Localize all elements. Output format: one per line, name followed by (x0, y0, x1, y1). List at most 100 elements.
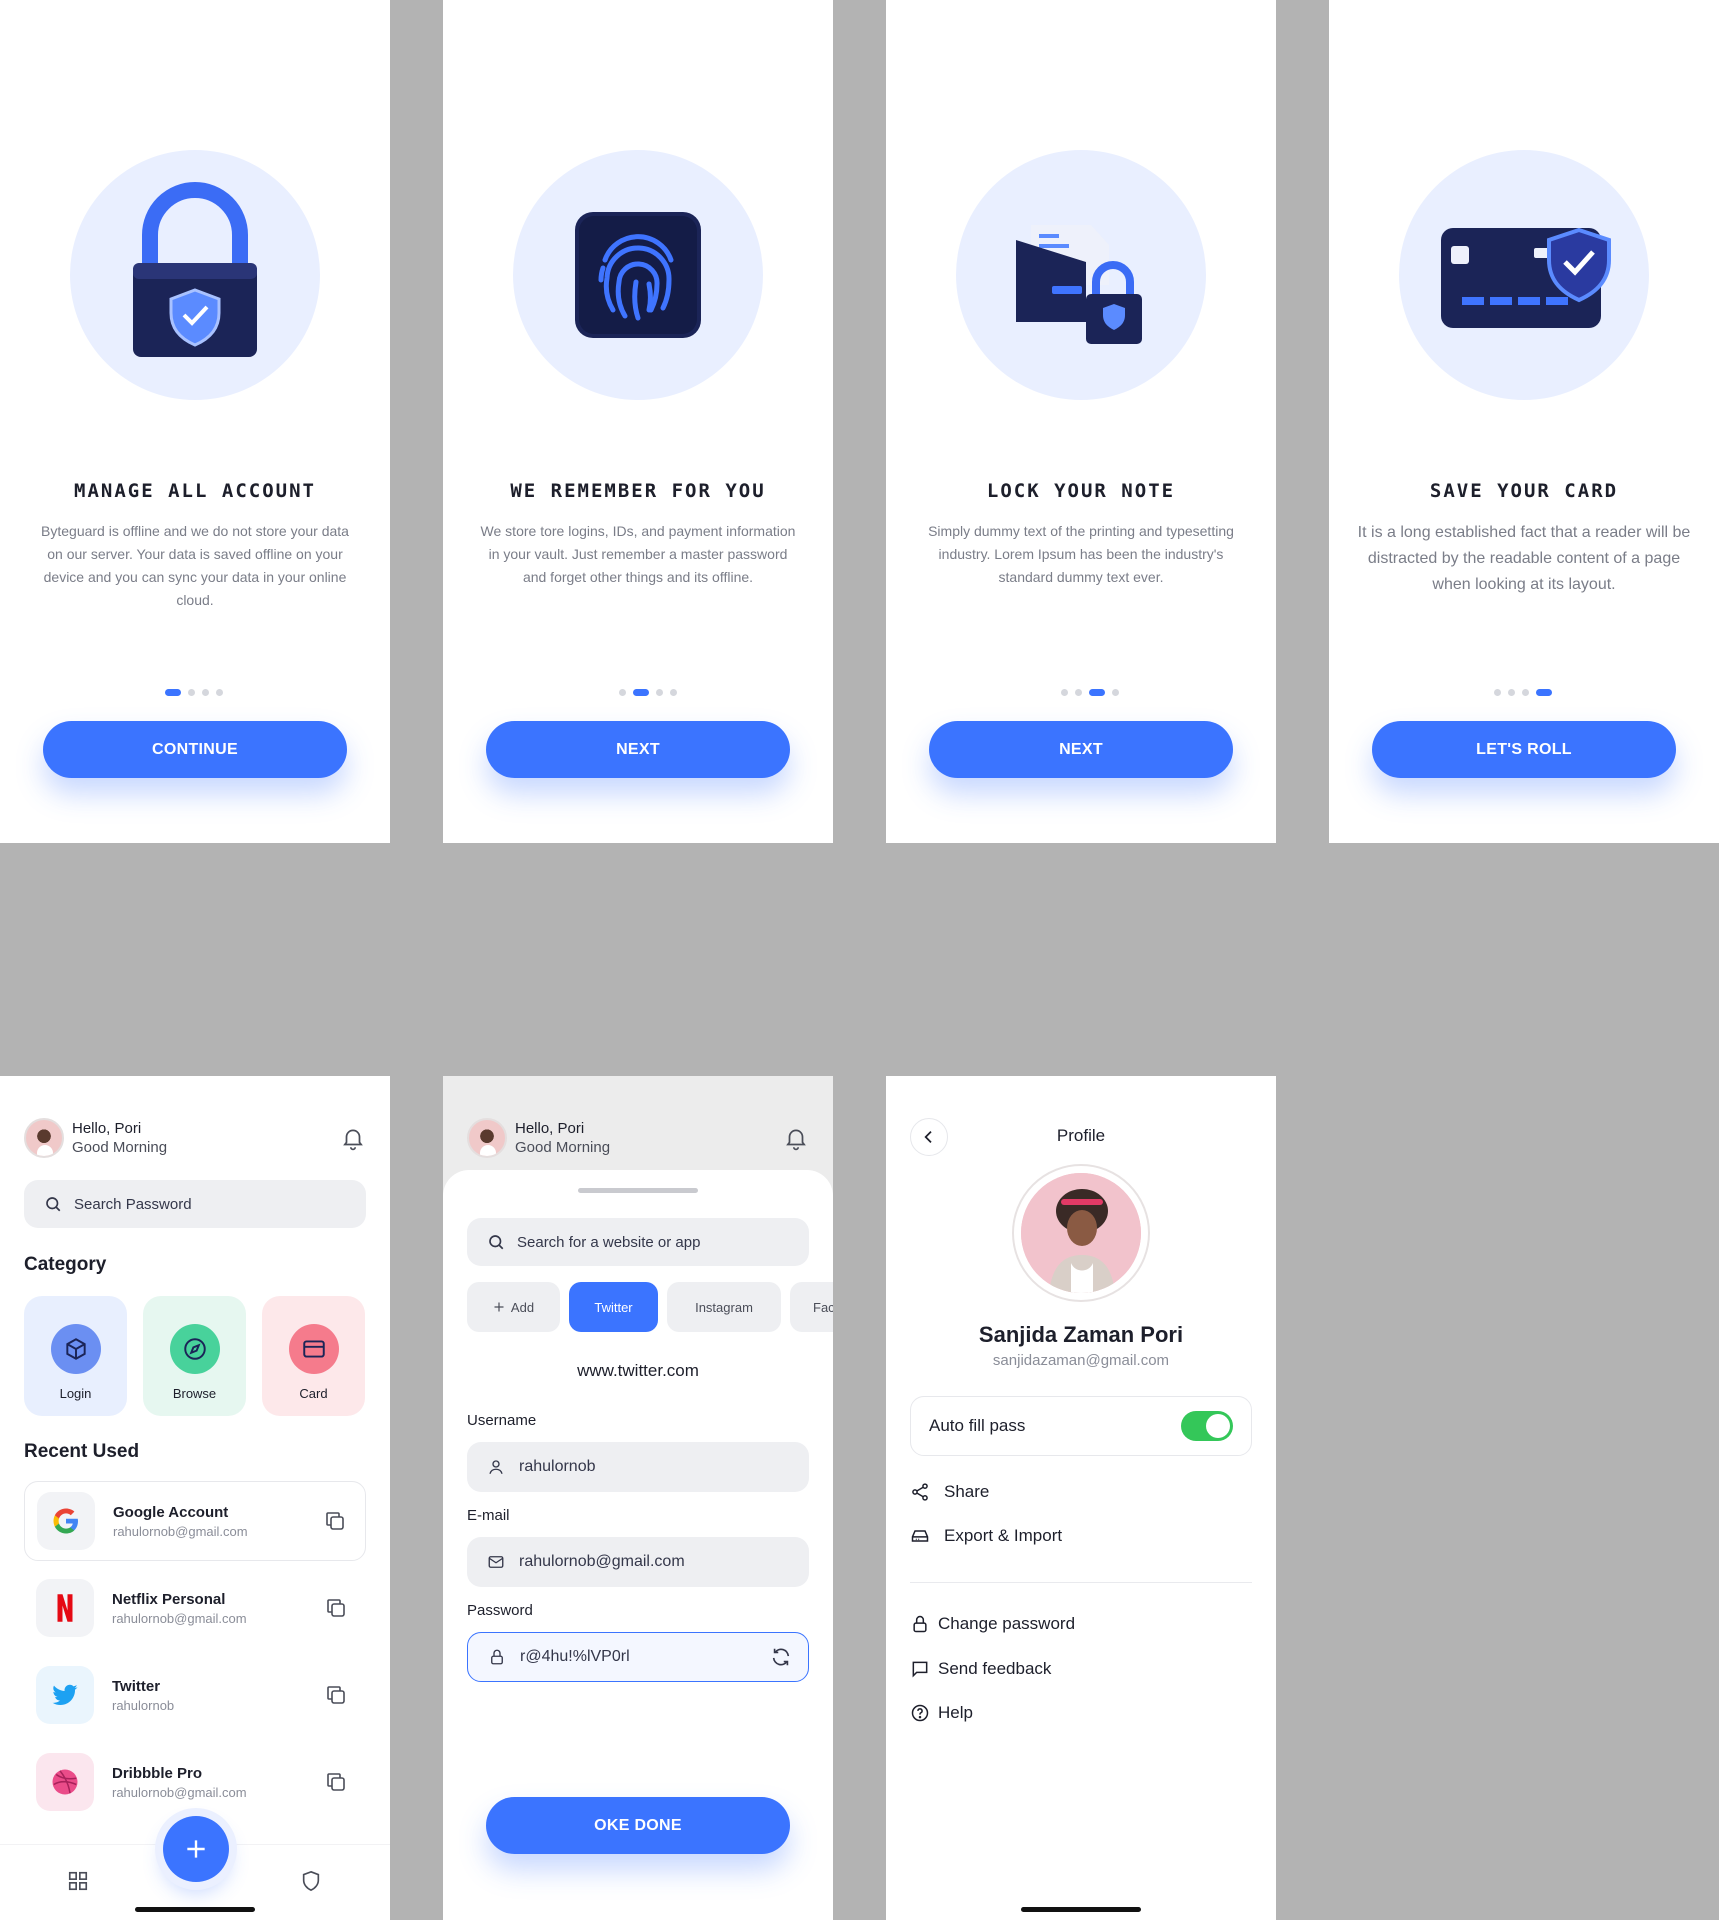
page-dot[interactable] (656, 689, 663, 696)
bell-icon[interactable] (783, 1125, 809, 1151)
page-dot[interactable] (188, 689, 195, 696)
netflix-icon (36, 1579, 94, 1637)
page-dot-active[interactable] (633, 689, 649, 696)
autofill-row: Auto fill pass (910, 1396, 1252, 1456)
page-dot-active[interactable] (1089, 689, 1105, 696)
add-button[interactable] (163, 1816, 229, 1882)
shield-icon[interactable] (300, 1869, 322, 1893)
menu-label: Share (944, 1482, 990, 1501)
recent-list: Google Account rahulornob@gmail.com Netf… (24, 1481, 366, 1829)
page-dot[interactable] (1061, 689, 1068, 696)
copy-icon[interactable] (324, 1770, 348, 1794)
page-title: Profile (1056, 1126, 1106, 1145)
page-dot[interactable] (202, 689, 209, 696)
page-dot[interactable] (1075, 689, 1082, 696)
password-field[interactable]: r@4hu!%lVP0rl (467, 1632, 809, 1682)
drive-icon (911, 1530, 929, 1542)
recent-item-twitter[interactable]: Twitter rahulornob (24, 1655, 366, 1735)
profile-name: Sanjida Zaman Pori (978, 1322, 1184, 1347)
plus-icon (187, 1840, 205, 1858)
illustration-circle (1399, 150, 1649, 400)
next-button[interactable]: NEXT (486, 721, 790, 778)
category-login[interactable]: Login (24, 1296, 127, 1416)
done-button[interactable]: OKE DONE (486, 1797, 790, 1854)
search-placeholder: Search for a website or app (517, 1233, 701, 1251)
bell-icon[interactable] (340, 1125, 366, 1151)
copy-icon[interactable] (323, 1509, 347, 1533)
page-indicator (443, 689, 833, 696)
autofill-toggle[interactable] (1181, 1411, 1233, 1441)
lock-icon (913, 1615, 927, 1633)
copy-icon[interactable] (324, 1683, 348, 1707)
dribbble-icon (36, 1753, 94, 1811)
avatar[interactable] (467, 1118, 507, 1158)
recent-item-dribbble[interactable]: Dribbble Pro rahulornob@gmail.com (24, 1742, 366, 1822)
page-dot-active[interactable] (1536, 689, 1552, 696)
recent-item-google[interactable]: Google Account rahulornob@gmail.com (24, 1481, 366, 1561)
greeting-text: Good Morning (72, 1139, 168, 1156)
menu-help[interactable]: Help (910, 1703, 973, 1723)
person-photo (1021, 1173, 1141, 1293)
onboarding-description: Simply dummy text of the printing and ty… (928, 523, 1234, 585)
onboarding-title: MANAGE ALL ACCOUNT (74, 480, 316, 502)
email-field[interactable]: rahulornob@gmail.com (467, 1537, 809, 1587)
menu-label: Send feedback (938, 1659, 1052, 1678)
continue-button[interactable]: CONTINUE (43, 721, 347, 778)
mail-icon (488, 1556, 504, 1568)
message-icon (912, 1661, 928, 1678)
menu-change-password[interactable]: Change password (910, 1614, 1075, 1634)
grid-icon[interactable] (67, 1870, 89, 1892)
chip-add[interactable]: Add (467, 1282, 560, 1332)
next-button[interactable]: NEXT (929, 721, 1233, 778)
recent-item-name: Google Account (113, 1503, 229, 1521)
home-indicator (1021, 1907, 1141, 1912)
twitter-icon (36, 1666, 94, 1724)
refresh-icon[interactable] (770, 1646, 792, 1668)
page-dot[interactable] (1508, 689, 1515, 696)
avatar[interactable] (24, 1118, 64, 1158)
username-field[interactable]: rahulornob (467, 1442, 809, 1492)
box-icon (50, 1324, 101, 1374)
category-browse[interactable]: Browse (143, 1296, 246, 1416)
category-card[interactable]: Card (262, 1296, 365, 1416)
recent-item-sub: rahulornob@gmail.com (112, 1784, 247, 1800)
page-dot[interactable] (216, 689, 223, 696)
plus-icon (494, 1302, 504, 1312)
chip-facebook[interactable]: Face (790, 1282, 833, 1332)
card-icon (288, 1324, 339, 1374)
lets-roll-button[interactable]: LET'S ROLL (1372, 721, 1676, 778)
search-placeholder: Search Password (74, 1195, 192, 1213)
category-label: Login (59, 1386, 92, 1401)
compass-icon (169, 1324, 220, 1374)
onboarding-screen-2: WE REMEMBER FOR YOU We store tore logins… (443, 0, 833, 843)
page-dot[interactable] (1494, 689, 1501, 696)
category-label: Browse (172, 1386, 217, 1401)
sheet-handle[interactable] (578, 1188, 698, 1193)
google-icon (37, 1492, 95, 1550)
search-icon (489, 1235, 504, 1250)
website-search-input[interactable]: Search for a website or app (467, 1218, 809, 1266)
page-dot[interactable] (670, 689, 677, 696)
menu-export-import[interactable]: Export & Import (910, 1526, 1062, 1546)
profile-avatar[interactable] (1012, 1164, 1150, 1302)
page-dot-active[interactable] (165, 689, 181, 696)
page-dot[interactable] (1112, 689, 1119, 696)
page-dot[interactable] (1522, 689, 1529, 696)
chip-twitter[interactable]: Twitter (569, 1282, 658, 1332)
search-input[interactable]: Search Password (24, 1180, 366, 1228)
email-value: rahulornob@gmail.com (519, 1553, 685, 1570)
illustration-circle (70, 150, 320, 400)
home-screen: Hello, Pori Good Morning Search Password… (0, 1076, 390, 1920)
menu-share[interactable]: Share (910, 1482, 989, 1502)
password-value: r@4hu!%lVP0rl (520, 1648, 630, 1665)
menu-send-feedback[interactable]: Send feedback (910, 1659, 1051, 1679)
page-dot[interactable] (619, 689, 626, 696)
credit-card-shield-icon (1441, 227, 1611, 328)
category-title: Category (24, 1254, 107, 1275)
onboarding-description: We store tore logins, IDs, and payment i… (480, 523, 796, 585)
hello-text: Hello, Pori (72, 1120, 142, 1137)
recent-item-netflix[interactable]: Netflix Personal rahulornob@gmail.com (24, 1568, 366, 1648)
divider (910, 1582, 1252, 1583)
copy-icon[interactable] (324, 1596, 348, 1620)
chip-instagram[interactable]: Instagram (667, 1282, 781, 1332)
